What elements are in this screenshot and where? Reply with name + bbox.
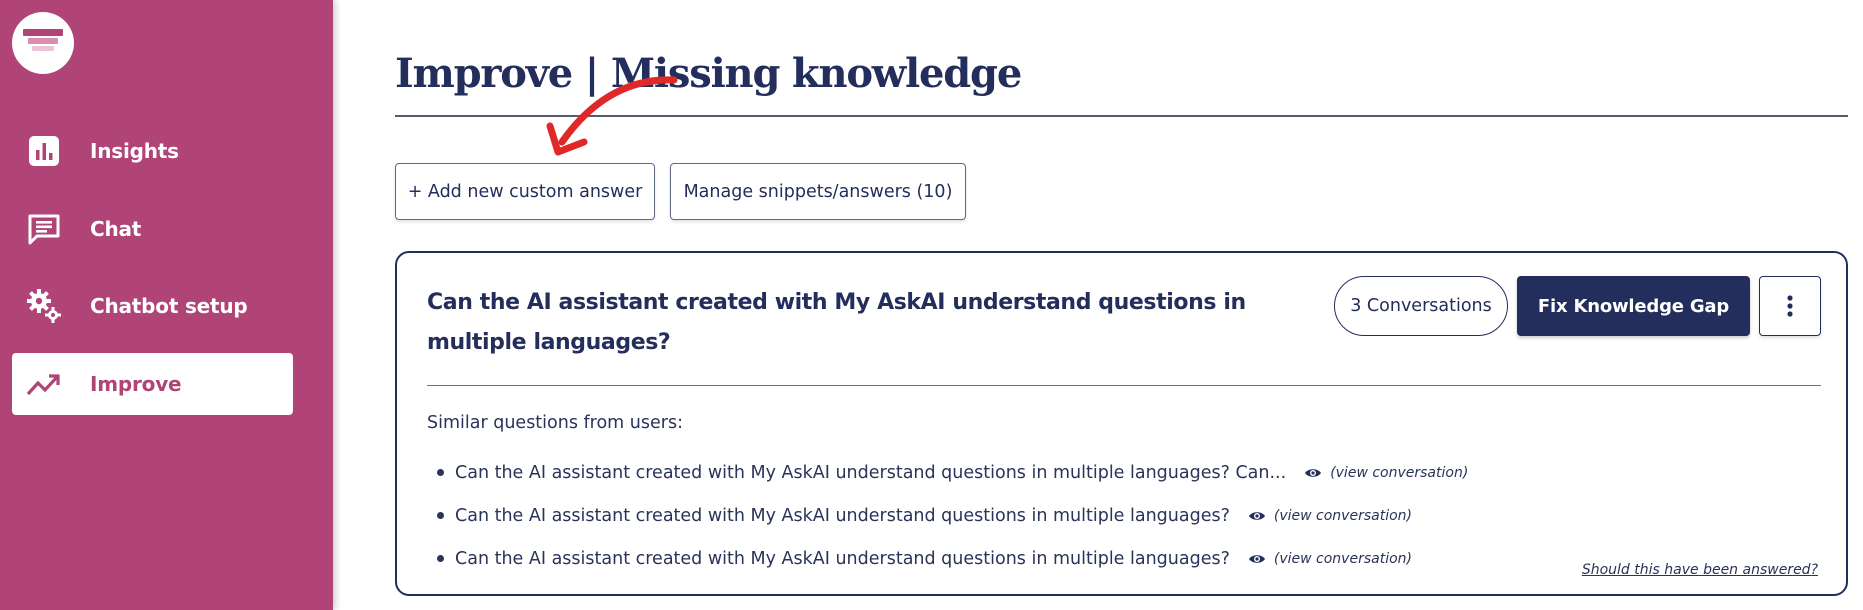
view-conversation-link[interactable]: (view conversation) [1248, 508, 1412, 524]
view-conversation-text: (view conversation) [1273, 507, 1412, 524]
bar-chart-icon [24, 131, 64, 171]
similar-question-text: Can the AI assistant created with My Ask… [455, 548, 1230, 569]
manage-snippets-button[interactable]: Manage snippets/answers (10) [670, 163, 966, 220]
add-custom-answer-button[interactable]: + Add new custom answer [395, 163, 655, 220]
sidebar: Insights Chat Chatbot setup Improve [0, 0, 333, 610]
sidebar-item-chatbot-setup[interactable]: Chatbot setup [12, 275, 293, 337]
similar-question-text: Can the AI assistant created with My Ask… [455, 462, 1287, 483]
gears-icon [24, 286, 64, 326]
bullet [437, 512, 444, 519]
conversations-count-button[interactable]: 3 Conversations [1334, 276, 1508, 336]
list-item: Can the AI assistant created with My Ask… [427, 537, 1527, 580]
bullet [437, 555, 444, 562]
page-title: Improve | Missing knowledge [395, 50, 1022, 97]
similar-questions-list: Can the AI assistant created with My Ask… [427, 451, 1527, 580]
sidebar-item-label: Insights [90, 139, 179, 163]
vertical-dots-icon [1787, 295, 1793, 317]
sidebar-item-label: Chatbot setup [90, 294, 248, 318]
logo[interactable] [12, 12, 74, 74]
gap-question: Can the AI assistant created with My Ask… [427, 290, 1246, 355]
annotation-arrow-icon [546, 76, 678, 156]
list-item: Can the AI assistant created with My Ask… [427, 451, 1527, 494]
sidebar-item-chat[interactable]: Chat [12, 198, 293, 260]
eye-icon [1248, 510, 1266, 522]
more-options-button[interactable] [1759, 276, 1821, 336]
eye-icon [1304, 467, 1322, 479]
sidebar-item-label: Improve [90, 372, 182, 396]
sidebar-item-improve[interactable]: Improve [12, 353, 293, 415]
view-conversation-link[interactable]: (view conversation) [1248, 551, 1412, 567]
similar-question-text: Can the AI assistant created with My Ask… [455, 505, 1230, 526]
view-conversation-text: (view conversation) [1330, 464, 1469, 481]
eye-icon [1248, 553, 1266, 565]
card-divider [427, 385, 1821, 386]
should-have-answered-link[interactable]: Should this have been answered? [1582, 562, 1818, 578]
view-conversation-link[interactable]: (view conversation) [1304, 465, 1468, 481]
sidebar-item-insights[interactable]: Insights [12, 120, 293, 182]
fix-knowledge-gap-button[interactable]: Fix Knowledge Gap [1517, 276, 1750, 336]
sidebar-item-label: Chat [90, 217, 142, 241]
layered-stack-logo-icon [23, 29, 63, 51]
bullet [437, 469, 444, 476]
similar-questions-label: Similar questions from users: [427, 413, 683, 433]
view-conversation-text: (view conversation) [1273, 550, 1412, 567]
list-item: Can the AI assistant created with My Ask… [427, 494, 1527, 537]
knowledge-gap-card: Can the AI assistant created with My Ask… [395, 251, 1848, 596]
chat-bubble-icon [24, 209, 64, 249]
trending-up-icon [24, 364, 64, 404]
